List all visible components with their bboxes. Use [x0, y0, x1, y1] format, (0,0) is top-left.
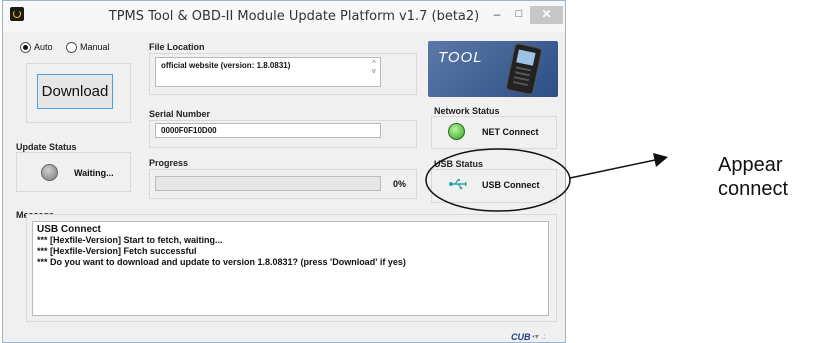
annotation-text: Appear connect: [718, 153, 788, 201]
annotation-line-1: Appear: [718, 154, 783, 176]
annotation-line-2: connect: [718, 178, 789, 200]
annotation-overlay: [425, 148, 668, 212]
annotation-arrow-line: [569, 159, 656, 179]
annotation-arrowhead: [653, 153, 668, 167]
annotation-ellipse: [425, 148, 571, 212]
